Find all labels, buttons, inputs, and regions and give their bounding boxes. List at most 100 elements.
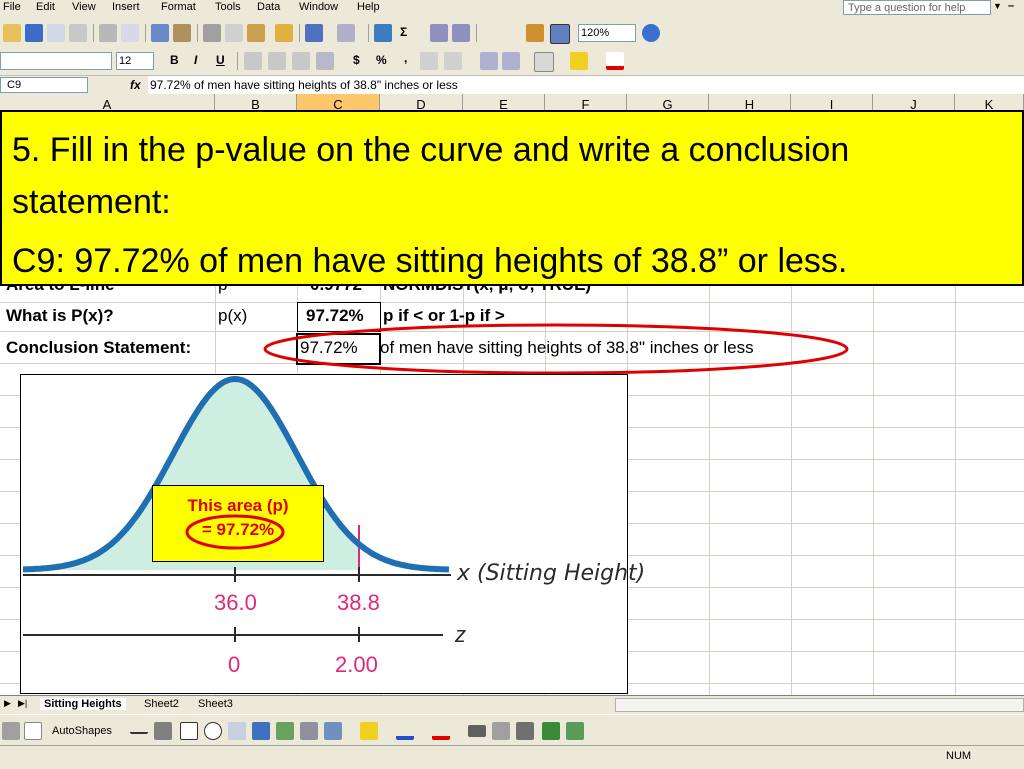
tab-nav-next-icon[interactable]: ▶ [4,698,11,709]
oval-icon[interactable] [204,722,222,740]
diagram-icon[interactable] [276,722,294,740]
menu-view[interactable]: View [72,1,96,13]
align-right-icon[interactable] [292,52,310,70]
ellipse-shape [263,323,849,375]
line-color-icon[interactable] [396,722,414,740]
help-search-input[interactable]: Type a question for help [843,0,991,15]
chevron-down-icon[interactable]: ▼ [993,1,1002,11]
fill-color-draw-icon[interactable] [360,722,378,740]
toolbar-separator [197,24,198,42]
copy-icon[interactable] [225,24,243,42]
select-objects-icon[interactable] [24,722,42,740]
sort-descending-icon[interactable] [452,24,470,42]
arrow-icon[interactable] [154,722,172,740]
x-axis-label: x (Sitting Height) [457,561,646,586]
menu-edit[interactable]: Edit [36,1,55,13]
menu-insert[interactable]: Insert [112,1,140,13]
format-painter-icon[interactable] [275,24,293,42]
font-size-select[interactable]: 12 [116,52,154,70]
print-icon[interactable] [99,24,117,42]
percent-button[interactable]: % [376,53,387,67]
wordart-icon[interactable] [252,722,270,740]
research-icon[interactable] [173,24,191,42]
3d-style-icon[interactable] [566,722,584,740]
menu-tools[interactable]: Tools [215,1,241,13]
align-center-icon[interactable] [268,52,286,70]
cell-a7[interactable]: What is P(x)? [6,306,114,326]
horizontal-scrollbar[interactable] [615,698,1024,712]
draw-menu-icon[interactable] [2,722,20,740]
shadow-icon[interactable] [542,722,560,740]
tab-sheet2[interactable]: Sheet2 [144,698,179,710]
cell-b7[interactable]: p(x) [218,306,247,326]
rectangle-icon[interactable] [180,722,198,740]
bold-button[interactable]: B [170,53,179,67]
help-icon[interactable] [642,24,660,42]
z-axis-label: z [455,622,466,647]
normal-curve-svg [23,375,451,642]
name-box[interactable]: C9 [0,77,88,93]
formula-bar: C9 fx 97.72% of men have sitting heights… [0,75,1024,95]
paste-icon[interactable] [247,24,265,42]
callout-answer: C9: 97.72% of men have sitting heights o… [12,242,848,280]
arrow-style-icon[interactable] [516,722,534,740]
picture-icon[interactable] [324,722,342,740]
x-tick-label-value: 38.8 [337,590,380,615]
tab-sitting-heights[interactable]: Sitting Heights [40,698,126,710]
formula-input[interactable]: 97.72% of men have sitting heights of 38… [148,76,1024,94]
clip-art-icon[interactable] [300,722,318,740]
fill-color-icon[interactable] [570,52,588,70]
currency-button[interactable]: $ [353,53,360,67]
cell-a8[interactable]: Conclusion Statement: [6,338,191,358]
menu-data[interactable]: Data [257,1,280,13]
align-left-icon[interactable] [244,52,262,70]
text-box-icon[interactable] [228,722,246,740]
email-icon[interactable] [69,24,87,42]
tab-nav-last-icon[interactable]: ▶| [18,698,27,709]
menu-help[interactable]: Help [357,1,380,13]
zoom-select[interactable]: 120% [578,24,636,42]
print-preview-icon[interactable] [121,24,139,42]
normal-curve-figure[interactable]: x (Sitting Height) z 36.0 38.8 0 2.00 [20,374,645,694]
num-lock-indicator: NUM [946,750,972,762]
tab-sheet3[interactable]: Sheet3 [198,698,233,710]
minimize-icon[interactable]: – [1008,0,1014,12]
redo-icon[interactable] [337,24,355,42]
save-icon[interactable] [25,24,43,42]
spelling-icon[interactable] [151,24,169,42]
line-icon[interactable] [130,722,148,734]
autoshapes-menu[interactable]: AutoShapes [52,725,112,737]
decrease-indent-icon[interactable] [480,52,498,70]
drawing-icon[interactable] [550,24,570,44]
sort-ascending-icon[interactable] [430,24,448,42]
insert-function-icon[interactable]: fx [130,78,141,92]
font-color-icon[interactable] [606,52,624,70]
open-icon[interactable] [3,24,21,42]
font-name-select[interactable] [0,52,112,70]
permission-icon[interactable] [47,24,65,42]
borders-icon[interactable] [534,52,554,72]
italic-button[interactable]: I [194,53,197,67]
comma-button[interactable]: , [404,51,407,65]
menu-bar: File Edit View Insert Format Tools Data … [0,0,1024,18]
status-bar: NUM [0,745,1024,769]
menu-window[interactable]: Window [299,1,338,13]
autosum-icon[interactable]: Σ [400,25,407,39]
cut-icon[interactable] [203,24,221,42]
font-color-draw-icon[interactable] [432,722,450,740]
increase-decimal-icon[interactable] [420,52,438,70]
menu-format[interactable]: Format [161,1,196,13]
line-style-icon[interactable] [468,725,486,737]
callout-instruction: 5. Fill in the p-value on the curve and … [12,131,850,221]
drawing-toolbar: AutoShapes [0,714,1024,746]
z-tick-label-value: 2.00 [335,652,378,677]
decrease-decimal-icon[interactable] [444,52,462,70]
menu-file[interactable]: File [3,1,21,13]
underline-button[interactable]: U [216,53,225,67]
increase-indent-icon[interactable] [502,52,520,70]
dash-style-icon[interactable] [492,722,510,740]
undo-icon[interactable] [305,24,323,42]
merge-center-icon[interactable] [316,52,334,70]
chart-wizard-icon[interactable] [526,24,544,42]
hyperlink-icon[interactable] [374,24,392,42]
